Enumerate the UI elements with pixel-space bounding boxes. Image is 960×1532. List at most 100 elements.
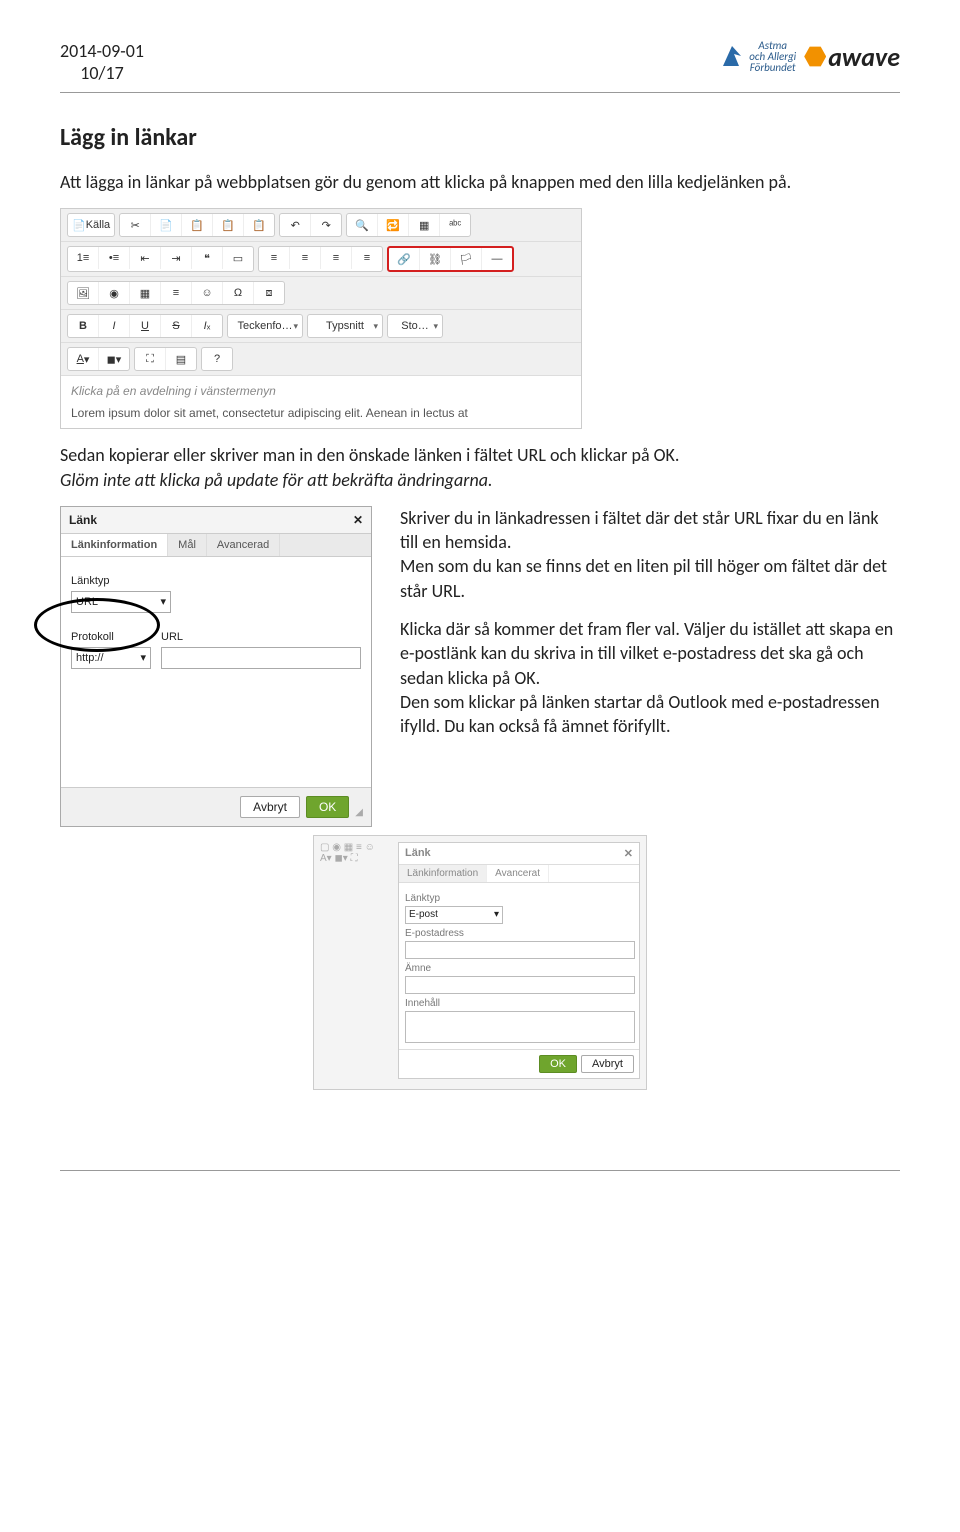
blockquote-icon[interactable]: ❝	[192, 247, 223, 269]
redo-icon[interactable]: ↷	[311, 214, 341, 236]
showblocks-icon[interactable]: ▤	[166, 348, 196, 370]
paste-text-icon[interactable]: 📋	[213, 214, 244, 236]
cut-icon[interactable]: ✂	[120, 214, 151, 236]
logo-astma-allergi: Astma och Allergi Förbundet	[719, 40, 796, 73]
epost-address-label: E-postadress	[405, 928, 633, 939]
epost-address-input[interactable]	[405, 941, 635, 959]
selectall-icon[interactable]: ▦	[409, 214, 440, 236]
paste-icon[interactable]: 📋	[182, 214, 213, 236]
strike-icon[interactable]: S	[161, 315, 192, 337]
font-family-dropdown[interactable]: Teckenfo…	[228, 315, 302, 337]
page-header: 2014-09-01 10/17 Astma och Allergi Förbu…	[60, 40, 900, 93]
smiley-icon[interactable]: ☺	[192, 282, 223, 304]
numbered-list-icon[interactable]: 1≡	[68, 247, 99, 269]
page-footer-rule	[60, 1170, 900, 1171]
paste-word-icon[interactable]: 📋	[244, 214, 274, 236]
epost-innehall-label: Innehåll	[405, 998, 633, 1009]
epost-linktype-select[interactable]: E-post▾	[405, 906, 503, 924]
spellcheck-icon[interactable]: ᵃᵇᶜ	[440, 214, 470, 236]
intro-paragraph: Att lägga in länkar på webbplatsen gör d…	[60, 170, 900, 194]
linktype-label: Länktyp	[71, 575, 361, 587]
bold-icon[interactable]: B	[68, 315, 99, 337]
iframe-icon[interactable]: ⧈	[254, 282, 284, 304]
close-icon[interactable]: ✕	[353, 513, 363, 527]
epost-amne-input[interactable]	[405, 976, 635, 994]
url-label: URL	[161, 631, 361, 643]
table-icon[interactable]: ▦	[130, 282, 161, 304]
align-left-icon[interactable]: ≡	[259, 247, 290, 269]
editor-line-1: Klicka på en avdelning i vänstermenyn	[71, 384, 571, 398]
textcolor-icon[interactable]: A▾	[68, 348, 99, 370]
hexagon-icon	[804, 46, 826, 68]
tab-linkinfo[interactable]: Länkinformation	[61, 534, 168, 556]
link-icon[interactable]: 🔗	[389, 248, 420, 270]
url-input[interactable]	[161, 647, 361, 669]
linktype-select[interactable]: URL▾	[71, 591, 171, 613]
right-paragraph-2: Klicka där så kommer det fram fler val. …	[400, 617, 900, 738]
flash-icon[interactable]: ◉	[99, 282, 130, 304]
awave-text: awave	[828, 41, 900, 73]
cancel-button[interactable]: Avbryt	[240, 796, 300, 818]
align-justify-icon[interactable]: ≡	[352, 247, 382, 269]
paragraph-2: Sedan kopierar eller skriver man in den …	[60, 443, 900, 492]
tab-advanced[interactable]: Avancerad	[207, 534, 280, 556]
section-title: Lägg in länkar	[60, 123, 900, 152]
hr-icon[interactable]: —	[482, 248, 512, 270]
epost-dialog-screenshot: ▢ ◉ ▦ ≡ ☺A▾ ◼▾ ⛶ Länk ✕ Länkinformation …	[313, 835, 647, 1090]
about-icon[interactable]: ?	[202, 348, 232, 370]
specialchar-icon[interactable]: Ω	[223, 282, 254, 304]
italic-icon[interactable]: I	[99, 315, 130, 337]
ok-button[interactable]: OK	[306, 796, 349, 818]
outdent-icon[interactable]: ⇤	[130, 247, 161, 269]
div-icon[interactable]: ▭	[223, 247, 253, 269]
replace-icon[interactable]: 🔁	[378, 214, 409, 236]
header-logos: Astma och Allergi Förbundet awave	[719, 40, 900, 73]
epost-cancel-button[interactable]: Avbryt	[581, 1055, 634, 1073]
epost-amne-label: Ämne	[405, 963, 633, 974]
editor-line-2: Lorem ipsum dolor sit amet, consectetur …	[71, 406, 571, 420]
maximize-icon[interactable]: ⛶	[135, 348, 166, 370]
align-center-icon[interactable]: ≡	[290, 247, 321, 269]
dialog-title: Länk	[69, 513, 97, 527]
protokoll-select[interactable]: http://▾	[71, 647, 151, 669]
logo-awave: awave	[804, 41, 900, 73]
link-dialog-screenshot: Länk ✕ Länkinformation Mål Avancerad Län…	[60, 506, 380, 827]
bgcolor-icon[interactable]: ◼▾	[99, 348, 129, 370]
undo-icon[interactable]: ↶	[280, 214, 311, 236]
find-icon[interactable]: 🔍	[347, 214, 378, 236]
protokoll-label: Protokoll	[71, 631, 151, 643]
header-date: 2014-09-01	[60, 40, 144, 62]
copy-icon[interactable]: 📄	[151, 214, 182, 236]
underline-icon[interactable]: U	[130, 315, 161, 337]
right-paragraph-1: Skriver du in länkadressen i fältet där …	[400, 506, 900, 603]
font-name-dropdown[interactable]: Typsnitt	[308, 315, 382, 337]
epost-tab-adv[interactable]: Avancerat	[487, 865, 549, 882]
image-icon[interactable]: 🖼	[68, 282, 99, 304]
removeformat-icon[interactable]: Iₓ	[192, 315, 222, 337]
resize-handle-icon[interactable]: ◢	[355, 807, 363, 818]
paragraph-2-text: Sedan kopierar eller skriver man in den …	[60, 444, 679, 466]
epost-tab-info[interactable]: Länkinformation	[399, 865, 487, 882]
bullet-list-icon[interactable]: •≡	[99, 247, 130, 269]
side-toolbar-icons: ▢ ◉ ▦ ≡ ☺A▾ ◼▾ ⛶	[320, 842, 390, 1079]
header-meta: 2014-09-01 10/17	[60, 40, 144, 84]
aaf-text-3: Förbundet	[749, 62, 796, 73]
epost-ok-button[interactable]: OK	[539, 1055, 577, 1073]
epost-innehall-input[interactable]	[405, 1011, 635, 1043]
epost-close-icon[interactable]: ✕	[624, 847, 633, 860]
source-button[interactable]: 📄 Källa	[68, 214, 114, 236]
indent-icon[interactable]: ⇥	[161, 247, 192, 269]
tab-target[interactable]: Mål	[168, 534, 207, 556]
anchor-icon[interactable]: 🏳	[451, 248, 482, 270]
epost-linktype-label: Länktyp	[405, 893, 633, 904]
align-right-icon[interactable]: ≡	[321, 247, 352, 269]
editor-screenshot: 📄 Källa ✂ 📄 📋 📋 📋 ↶ ↷ 🔍 🔁 ▦ ᵃᵇᶜ 1≡	[60, 208, 582, 429]
unlink-icon[interactable]: ⛓	[420, 248, 451, 270]
epost-dialog-title: Länk	[405, 847, 431, 860]
hr2-icon[interactable]: ≡	[161, 282, 192, 304]
bird-icon	[719, 42, 745, 72]
editor-content-area[interactable]: Klicka på en avdelning i vänstermenyn Lo…	[61, 376, 581, 428]
paragraph-2-italic: Glöm inte att klicka på update för att b…	[60, 469, 493, 491]
header-page: 10/17	[60, 62, 144, 84]
font-size-dropdown[interactable]: Sto…	[388, 315, 442, 337]
